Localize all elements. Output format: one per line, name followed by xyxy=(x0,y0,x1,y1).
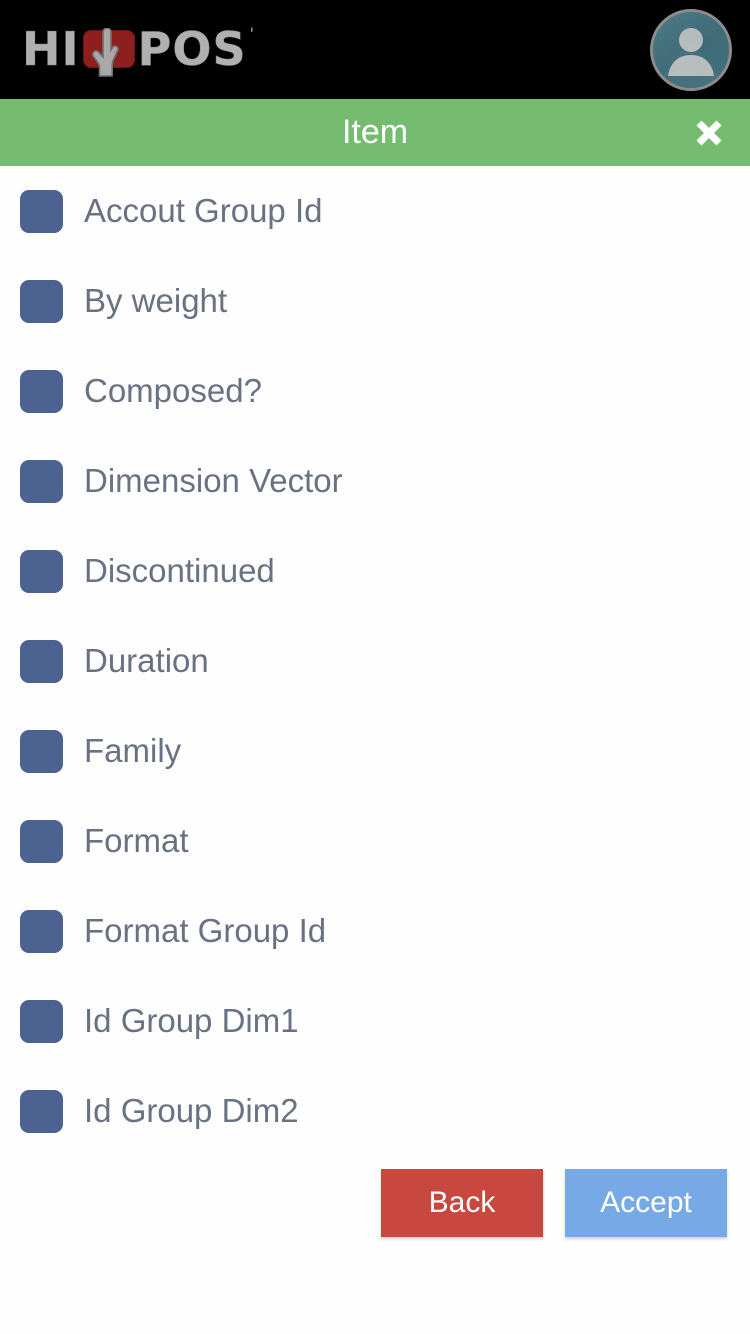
checkbox-icon[interactable] xyxy=(20,909,63,953)
app-root: HI POS ' Item Accout Group Id By weight … xyxy=(0,0,750,1334)
list-item-label: Format Group Id xyxy=(84,912,327,949)
list-item-label: Dimension Vector xyxy=(84,462,343,499)
list-item[interactable]: Format Group Id xyxy=(0,886,750,976)
list-item[interactable]: Id Group Dim2 xyxy=(0,1066,750,1156)
list-item[interactable]: Id Group Dim1 xyxy=(0,976,750,1066)
list-item[interactable]: By weight xyxy=(0,256,750,346)
checkbox-icon[interactable] xyxy=(20,819,63,863)
list-item-label: By weight xyxy=(84,282,228,319)
list-item[interactable]: Accout Group Id xyxy=(0,166,750,256)
avatar[interactable] xyxy=(650,9,732,91)
checkbox-icon[interactable] xyxy=(20,999,63,1043)
hiopos-logo[interactable]: HI POS ' xyxy=(22,22,254,77)
logo-text-hi: HI xyxy=(22,22,80,76)
list-item[interactable]: Format xyxy=(0,796,750,886)
checkbox-icon[interactable] xyxy=(20,459,63,503)
close-icon xyxy=(696,120,722,145)
list-item[interactable]: Family xyxy=(0,706,750,796)
list-item[interactable]: Duration xyxy=(0,616,750,706)
checkbox-icon[interactable] xyxy=(20,549,63,593)
logo-red-box xyxy=(82,28,135,77)
footer-actions: Back Accept xyxy=(0,1169,750,1239)
close-button[interactable] xyxy=(676,99,742,166)
list-item[interactable]: Discontinued xyxy=(0,526,750,616)
list-item-label: Format xyxy=(84,822,189,859)
checkbox-icon[interactable] xyxy=(20,189,63,233)
list-item[interactable]: Dimension Vector xyxy=(0,436,750,526)
checkbox-icon[interactable] xyxy=(20,639,63,683)
item-field-list[interactable]: Accout Group Id By weight Composed? Dimensi… xyxy=(0,166,750,1166)
checkbox-icon[interactable] xyxy=(20,369,63,413)
checkbox-icon[interactable] xyxy=(20,279,63,323)
user-avatar-icon xyxy=(668,28,714,76)
dialog-title-bar: Item xyxy=(0,99,750,166)
list-item-label: Composed? xyxy=(84,372,262,409)
hand-pointer-icon xyxy=(91,28,119,77)
back-button[interactable]: Back xyxy=(381,1169,543,1237)
list-item-label: Id Group Dim2 xyxy=(84,1092,299,1129)
checkbox-icon[interactable] xyxy=(20,729,63,773)
page-title: Item xyxy=(341,113,409,151)
list-item-label: Family xyxy=(84,732,182,769)
list-item[interactable]: Composed? xyxy=(0,346,750,436)
list-item-label: Duration xyxy=(84,642,209,679)
logo-registered-mark: ' xyxy=(249,24,254,43)
logo-text-pos: POS xyxy=(137,22,247,76)
top-header-bar: HI POS ' xyxy=(0,0,750,99)
accept-button[interactable]: Accept xyxy=(565,1169,727,1237)
list-item-label: Id Group Dim1 xyxy=(84,1002,299,1039)
checkbox-icon[interactable] xyxy=(20,1089,63,1133)
list-item-label: Discontinued xyxy=(84,552,275,589)
list-item-label: Accout Group Id xyxy=(84,192,323,229)
